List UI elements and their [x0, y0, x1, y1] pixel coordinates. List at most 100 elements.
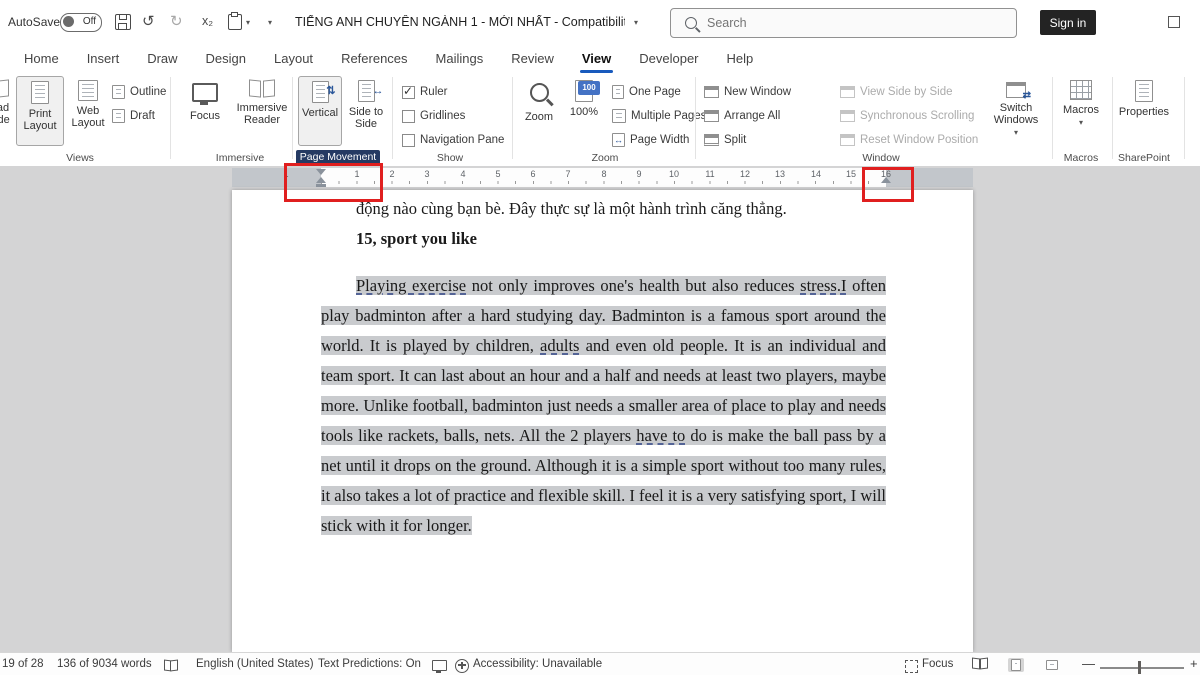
title-dropdown-icon[interactable]: ▾ [634, 18, 638, 27]
tab-review[interactable]: Review [497, 45, 568, 73]
zoom-slider-track[interactable] [1100, 667, 1184, 669]
save-icon[interactable] [115, 14, 131, 30]
focus-mode-button[interactable]: Focus [922, 658, 953, 670]
show-group-label: Show [425, 152, 475, 164]
web-layout-icon [78, 80, 98, 101]
paste-icon[interactable] [228, 14, 242, 30]
ruler-number: 5 [492, 169, 504, 179]
checkbox-checked-icon[interactable] [402, 86, 415, 99]
page-number-status[interactable]: 19 of 28 [2, 658, 44, 670]
gridlines-checkbox[interactable]: Gridlines [402, 107, 465, 125]
read-mode-view-icon[interactable] [972, 658, 988, 672]
undo-icon[interactable]: ↺ [142, 12, 155, 30]
document-area: 1 1 2 3 4 5 6 7 8 9 10 11 12 13 14 15 16… [0, 166, 1200, 652]
vertical-button[interactable]: ⇅ Vertical [298, 76, 342, 146]
tab-mailings[interactable]: Mailings [422, 45, 498, 73]
zoom-button[interactable]: Zoom [518, 76, 560, 146]
qat-customize-icon[interactable]: ▾ [268, 18, 272, 27]
tab-design[interactable]: Design [192, 45, 260, 73]
proofing-errors-icon[interactable] [164, 660, 178, 670]
zoom-group-label: Zoom [580, 152, 630, 164]
accessibility-status[interactable]: Accessibility: Unavailable [473, 658, 602, 670]
outline-button[interactable]: Outline [112, 83, 166, 101]
document-heading: 15, sport you like [321, 224, 886, 254]
tab-developer[interactable]: Developer [625, 45, 712, 73]
ruler-number: 10 [668, 169, 680, 179]
display-settings-icon[interactable] [432, 660, 447, 671]
one-page-button[interactable]: One Page [612, 83, 681, 101]
focus-button[interactable]: Focus [180, 76, 230, 146]
autosave-toggle[interactable]: Off [60, 13, 102, 32]
search-input[interactable] [705, 15, 979, 31]
chevron-down-icon: ▾ [1014, 128, 1018, 137]
ruler-checkbox[interactable]: Ruler [402, 83, 447, 101]
paragraph-tail-line: động nào cùng bạn bè. Đây thực sự là một… [321, 194, 886, 224]
checkbox-icon[interactable] [402, 134, 415, 147]
macros-icon [1070, 80, 1092, 100]
zoom-100-icon: 100 [575, 80, 593, 102]
synchronous-scrolling-button: Synchronous Scrolling [840, 107, 974, 125]
word-count-status[interactable]: 136 of 9034 words [57, 658, 152, 670]
sign-in-button[interactable]: Sign in [1040, 10, 1096, 35]
print-layout-button[interactable]: Print Layout [16, 76, 64, 146]
paste-dropdown-icon[interactable]: ▾ [246, 18, 250, 27]
tab-draw[interactable]: Draw [133, 45, 191, 73]
ruler-number: 14 [810, 169, 822, 179]
switch-windows-icon: ⇄ [1006, 82, 1026, 98]
page-width-button[interactable]: ↔ Page Width [612, 131, 689, 149]
multiple-pages-button[interactable]: Multiple Pages [612, 107, 706, 125]
subscript-icon[interactable]: x₂ [202, 14, 213, 28]
macros-button[interactable]: Macros ▾ [1056, 76, 1106, 146]
text-predictions-status[interactable]: Text Predictions: On [318, 658, 421, 670]
side-to-side-button[interactable]: ↔ Side to Side [344, 76, 388, 146]
ruler-number: 2 [386, 169, 398, 179]
checkbox-icon[interactable] [402, 110, 415, 123]
web-layout-button[interactable]: Web Layout [66, 76, 110, 146]
arrange-all-icon [704, 110, 719, 122]
focus-mode-icon[interactable] [905, 660, 918, 673]
ruler-number: 4 [457, 169, 469, 179]
split-button[interactable]: Split [704, 131, 746, 149]
tab-view[interactable]: View [568, 45, 625, 73]
tab-help[interactable]: Help [713, 45, 768, 73]
zoom-in-button[interactable]: + [1190, 656, 1198, 671]
search-box[interactable] [670, 8, 1017, 38]
navigation-pane-checkbox[interactable]: Navigation Pane [402, 131, 504, 149]
new-window-icon [704, 86, 719, 98]
zoom-100-button[interactable]: 100 100% [563, 76, 605, 146]
tab-references[interactable]: References [327, 45, 421, 73]
new-window-button[interactable]: New Window [704, 83, 791, 101]
views-group-label: Views [50, 152, 110, 164]
document-page[interactable]: động nào cùng bạn bè. Đây thực sự là một… [232, 190, 973, 652]
zoom-slider-thumb[interactable] [1138, 661, 1141, 674]
tab-home[interactable]: Home [10, 45, 73, 73]
chevron-down-icon: ▾ [1079, 118, 1083, 127]
split-icon [704, 134, 719, 146]
tab-layout[interactable]: Layout [260, 45, 327, 73]
selected-paragraph[interactable]: Playing exercise not only improves one's… [321, 271, 886, 541]
web-layout-view-icon[interactable] [1044, 658, 1060, 672]
accessibility-icon [455, 659, 469, 673]
group-divider [392, 77, 393, 159]
switch-windows-button[interactable]: ⇄ Switch Windows ▾ [988, 76, 1044, 146]
window-group-label: Window [856, 152, 906, 164]
immersive-reader-icon [249, 80, 275, 98]
properties-icon [1135, 80, 1153, 102]
ruler-number: 11 [704, 169, 716, 179]
ruler-ticks [321, 181, 886, 184]
redo-icon[interactable]: ↻ [170, 12, 183, 30]
ruler-number: 12 [739, 169, 751, 179]
arrange-all-button[interactable]: Arrange All [704, 107, 780, 125]
text-segment: have to [636, 426, 685, 445]
ribbon: Read Mode Print Layout Web Layout Outlin… [0, 73, 1200, 167]
print-layout-view-icon[interactable] [1008, 658, 1024, 672]
ribbon-tabs: Home Insert Draw Design Layout Reference… [10, 45, 767, 73]
properties-button[interactable]: Properties [1116, 76, 1172, 146]
restore-window-icon[interactable] [1168, 16, 1180, 28]
annotation-rect-right-indent [862, 167, 914, 202]
language-status[interactable]: English (United States) [196, 658, 314, 670]
immersive-reader-button[interactable]: Immersive Reader [233, 76, 291, 146]
zoom-out-button[interactable]: — [1082, 656, 1095, 671]
tab-insert[interactable]: Insert [73, 45, 134, 73]
draft-button[interactable]: Draft [112, 107, 155, 125]
